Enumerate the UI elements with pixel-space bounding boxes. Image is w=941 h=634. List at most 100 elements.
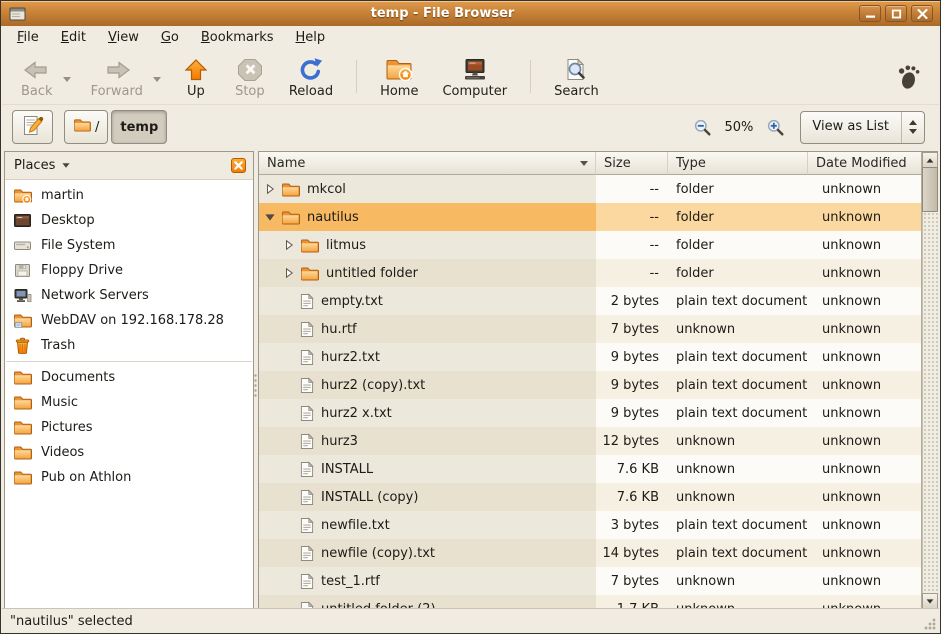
file-name-cell: hurz2 x.txt: [259, 399, 596, 427]
sidebar-item-martin[interactable]: martin: [5, 183, 253, 208]
file-row[interactable]: untitled folder--folderunknown: [259, 259, 938, 287]
column-header-size[interactable]: Size: [596, 152, 668, 175]
titlebar[interactable]: temp - File Browser: [1, 1, 940, 26]
file-name: hu.rtf: [321, 322, 357, 337]
back-dropdown-caret[interactable]: [62, 71, 76, 82]
sidebar-header: Places: [5, 152, 253, 180]
scroll-up-button[interactable]: [922, 152, 938, 168]
search-button[interactable]: Search: [545, 52, 608, 101]
file-row[interactable]: test_1.rtf7 bytesunknownunknown: [259, 567, 938, 595]
file-row[interactable]: newfile (copy).txt14 bytesplain text doc…: [259, 539, 938, 567]
scrollbar-thumb[interactable]: [922, 167, 938, 212]
file-type-cell: folder: [668, 175, 808, 203]
sidebar-item-label: Documents: [41, 370, 115, 385]
column-header-type[interactable]: Type: [668, 152, 808, 175]
scroll-down-button[interactable]: [922, 593, 938, 608]
zoom-in-button[interactable]: [764, 116, 787, 139]
resize-grip[interactable]: [923, 617, 936, 630]
file-row[interactable]: newfile.txt3 bytesplain text documentunk…: [259, 511, 938, 539]
file-row[interactable]: hurz2 (copy).txt9 bytesplain text docume…: [259, 371, 938, 399]
sidebar-item-floppy-drive[interactable]: Floppy Drive: [5, 258, 253, 283]
expander-collapsed-icon[interactable]: [263, 183, 276, 195]
sidebar-item-network-servers[interactable]: Network Servers: [5, 283, 253, 308]
file-row[interactable]: mkcol--folderunknown: [259, 175, 938, 203]
menu-edit[interactable]: Edit: [50, 28, 97, 47]
computer-button[interactable]: Computer: [433, 52, 516, 101]
text-file-icon: [300, 461, 314, 478]
file-row[interactable]: INSTALL7.6 KBunknownunknown: [259, 455, 938, 483]
scrollbar-track[interactable]: [922, 168, 938, 593]
combo-steppers-icon: [901, 112, 924, 143]
maximize-button[interactable]: [885, 5, 907, 22]
column-header-name[interactable]: Name: [259, 152, 596, 175]
sidebar-item-videos[interactable]: Videos: [5, 440, 253, 465]
back-button[interactable]: Back: [12, 52, 62, 101]
sidebar-close-button[interactable]: [231, 158, 246, 173]
file-row[interactable]: hurz2.txt9 bytesplain text documentunkno…: [259, 343, 938, 371]
reload-button[interactable]: Reload: [280, 52, 342, 101]
forward-dropdown-caret[interactable]: [152, 71, 166, 82]
path-button-current[interactable]: temp: [111, 110, 167, 144]
sidebar-item-webdav-on-192-168-178-28[interactable]: WebDAV on 192.168.178.28: [5, 308, 253, 333]
sidebar-pane-selector[interactable]: Places: [14, 158, 231, 173]
vertical-scrollbar[interactable]: [921, 152, 938, 608]
file-row[interactable]: litmus--folderunknown: [259, 231, 938, 259]
file-name-cell: empty.txt: [259, 287, 596, 315]
file-row[interactable]: hu.rtf7 bytesunknownunknown: [259, 315, 938, 343]
sidebar-item-trash[interactable]: Trash: [5, 333, 253, 358]
up-button[interactable]: Up: [172, 52, 220, 101]
home-button[interactable]: Home: [371, 52, 427, 101]
expander-expanded-icon[interactable]: [263, 211, 276, 223]
forward-button[interactable]: Forward: [82, 52, 152, 101]
text-file-icon: [300, 321, 314, 338]
sidebar-item-label: Music: [41, 395, 78, 410]
menu-bookmarks[interactable]: Bookmarks: [190, 28, 285, 47]
file-row[interactable]: hurz312 bytesunknownunknown: [259, 427, 938, 455]
toggle-location-entry-button[interactable]: [12, 110, 53, 144]
menu-help[interactable]: Help: [285, 28, 337, 47]
folder-icon: [13, 470, 32, 485]
file-row[interactable]: untitled folder (2)1.7 KBunknownunknown: [259, 595, 938, 608]
sidebar-item-pub-on-athlon[interactable]: Pub on Athlon: [5, 465, 253, 490]
minimize-button[interactable]: [859, 5, 881, 22]
file-date-cell: unknown: [808, 287, 938, 315]
toolbar-button-label: Search: [554, 84, 599, 99]
path-button-root[interactable]: /: [64, 110, 108, 144]
toolbar-separator: [530, 60, 531, 93]
sidebar-item-file-system[interactable]: File System: [5, 233, 253, 258]
sidebar-item-documents[interactable]: Documents: [5, 365, 253, 390]
zoom-out-button[interactable]: [691, 116, 714, 139]
sidebar-item-music[interactable]: Music: [5, 390, 253, 415]
sidebar-separator: [6, 361, 252, 362]
window-title: temp - File Browser: [26, 6, 859, 21]
up-icon: [181, 56, 211, 83]
menu-file[interactable]: File: [6, 28, 50, 47]
view-as-selector[interactable]: View as List: [800, 111, 925, 144]
file-row[interactable]: empty.txt2 bytesplain text documentunkno…: [259, 287, 938, 315]
file-row[interactable]: INSTALL (copy)7.6 KBunknownunknown: [259, 483, 938, 511]
folder-icon: [281, 210, 300, 225]
file-row[interactable]: hurz2 x.txt9 bytesplain text documentunk…: [259, 399, 938, 427]
file-row[interactable]: nautilus--folderunknown: [259, 203, 938, 231]
toolbar-button-label: Up: [187, 84, 205, 99]
stop-button[interactable]: Stop: [226, 52, 274, 101]
sidebar-item-label: WebDAV on 192.168.178.28: [41, 313, 224, 328]
minimize-icon: [865, 9, 876, 19]
view-as-label: View as List: [801, 112, 901, 143]
file-date-cell: unknown: [808, 427, 938, 455]
sidebar-item-label: Floppy Drive: [41, 263, 123, 278]
menu-go[interactable]: Go: [150, 28, 190, 47]
list-header: Name Size Type Date Modified: [259, 152, 921, 175]
sidebar-item-pictures[interactable]: Pictures: [5, 415, 253, 440]
file-name: hurz2 (copy).txt: [321, 378, 425, 393]
close-button[interactable]: [911, 5, 933, 22]
expander-collapsed-icon[interactable]: [282, 239, 295, 251]
file-name-cell: litmus: [259, 231, 596, 259]
file-name: hurz2 x.txt: [321, 406, 392, 421]
file-size-cell: 12 bytes: [596, 427, 668, 455]
column-header-date[interactable]: Date Modified: [808, 152, 921, 175]
menu-view[interactable]: View: [97, 28, 150, 47]
sidebar-item-desktop[interactable]: Desktop: [5, 208, 253, 233]
maximize-icon: [891, 9, 902, 19]
expander-collapsed-icon[interactable]: [282, 267, 295, 279]
